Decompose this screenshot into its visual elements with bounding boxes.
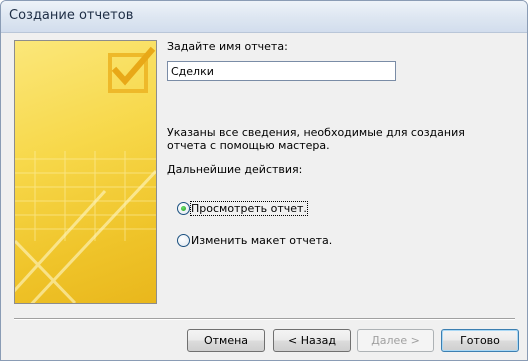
next-actions-label: Дальнейшие действия:	[167, 163, 303, 176]
report-name-label: Задайте имя отчета:	[167, 40, 288, 53]
finish-button[interactable]: Готово	[441, 329, 519, 352]
divider	[14, 318, 515, 320]
wizard-dialog: Создание отчетов Задайте имя отчета: Сде…	[0, 0, 528, 361]
radio-preview-label[interactable]: Просмотреть отчет.	[190, 200, 308, 216]
cancel-button[interactable]: Отмена	[187, 329, 265, 352]
radio-preview-report[interactable]: Просмотреть отчет.	[177, 200, 308, 216]
report-checkmark-icon	[15, 46, 156, 303]
info-text: Указаны все сведения, необходимые для со…	[167, 126, 465, 152]
back-button[interactable]: < Назад	[273, 329, 351, 352]
radio-button-unchecked[interactable]	[177, 233, 190, 247]
title-bar[interactable]: Создание отчетов	[1, 1, 527, 33]
radio-button-checked[interactable]	[177, 201, 190, 215]
report-name-input[interactable]	[167, 61, 396, 81]
next-button[interactable]: Далее >	[357, 329, 434, 352]
wizard-banner-image	[14, 40, 157, 304]
radio-modify-label[interactable]: Изменить макет отчета.	[191, 234, 332, 247]
dialog-body: Задайте имя отчета: Указаны все сведения…	[1, 33, 527, 360]
radio-modify-layout[interactable]: Изменить макет отчета.	[177, 232, 332, 248]
window-title: Создание отчетов	[9, 8, 134, 23]
